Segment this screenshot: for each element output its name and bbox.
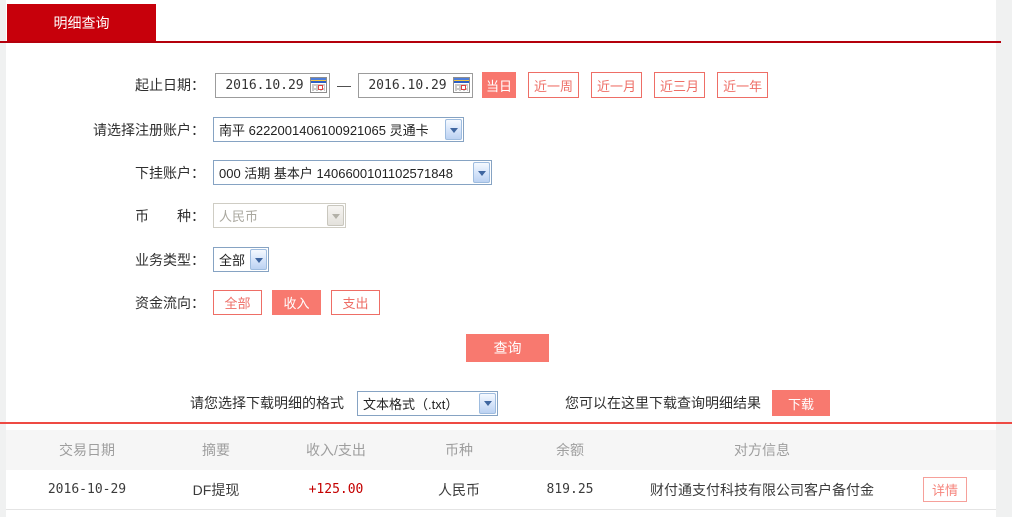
end-date-value: 2016.10.29 <box>368 77 447 93</box>
download-hint: 您可以在这里下载查询明细结果 <box>565 395 761 411</box>
detail-query-page: 明细查询 起止日期： 2016.10.29 — 2016.10.29 当日 近一… <box>0 0 1012 517</box>
fund-flow-option-label: 收入 <box>283 296 310 311</box>
business-type-select[interactable]: 全部 <box>213 247 269 272</box>
download-button-label: 下载 <box>787 396 814 412</box>
date-separator: — <box>337 77 351 93</box>
sub-account-label: 下挂账户： <box>135 164 205 181</box>
fund-flow-row: 资金流向： 全部 收入 支出 <box>0 290 380 315</box>
quick-range-label: 近一周 <box>534 78 574 94</box>
register-account-label: 请选择注册账户： <box>93 121 205 138</box>
business-type-row: 业务类型： 全部 <box>0 247 269 272</box>
header-counterparty: 对方信息 <box>734 442 790 458</box>
quick-range-week-button[interactable]: 近一周 <box>528 72 580 98</box>
quick-range-label: 近三月 <box>660 78 700 94</box>
sub-account-select[interactable]: 000 活期 基本户 1406600101102571848 <box>213 160 492 185</box>
quick-range-label: 近一月 <box>597 78 637 94</box>
chevron-down-icon <box>327 205 344 226</box>
header-balance: 余额 <box>556 442 584 458</box>
chevron-down-icon <box>473 162 490 183</box>
register-account-value: 南平 6222001406100921065 灵通卡 <box>219 123 429 138</box>
date-range-row: 起止日期： 2016.10.29 — 2016.10.29 当日 近一周 近一月… <box>0 72 769 98</box>
tab-label: 明细查询 <box>53 14 110 31</box>
fund-flow-income-button[interactable]: 收入 <box>272 290 321 315</box>
quick-range-label: 近一年 <box>723 78 763 94</box>
cell-balance: 819.25 <box>546 482 594 497</box>
chevron-down-icon <box>250 249 267 270</box>
table-header: 交易日期 摘要 收入/支出 币种 余额 对方信息 <box>6 430 996 470</box>
fund-flow-option-label: 支出 <box>342 296 369 311</box>
register-account-select[interactable]: 南平 6222001406100921065 灵通卡 <box>213 117 464 142</box>
chevron-down-icon <box>479 392 496 414</box>
download-button[interactable]: 下载 <box>772 390 830 416</box>
header-summary: 摘要 <box>202 442 230 458</box>
header-date: 交易日期 <box>59 442 115 458</box>
cell-currency: 人民币 <box>438 481 480 498</box>
register-account-row: 请选择注册账户： 南平 6222001406100921065 灵通卡 <box>0 117 464 142</box>
download-format-select[interactable]: 文本格式（.txt） <box>357 390 498 416</box>
detail-button-label: 详情 <box>931 483 958 498</box>
table-separator-line <box>0 422 1012 424</box>
chevron-down-icon <box>445 119 462 140</box>
business-type-label: 业务类型： <box>135 251 205 268</box>
end-date-input[interactable]: 2016.10.29 <box>358 72 473 98</box>
fund-flow-all-button[interactable]: 全部 <box>213 290 262 315</box>
detail-button[interactable]: 详情 <box>923 477 967 502</box>
download-row: 请您选择下载明细的格式 文本格式（.txt） 您可以在这里下载查询明细结果 下载 <box>190 390 830 416</box>
cell-counterparty: 财付通支付科技有限公司客户备付金 <box>650 481 874 498</box>
fund-flow-label: 资金流向： <box>135 294 205 311</box>
download-format-value: 文本格式（.txt） <box>363 396 459 412</box>
cell-date: 2016-10-29 <box>47 482 127 497</box>
sub-account-row: 下挂账户： 000 活期 基本户 1406600101102571848 <box>0 160 492 185</box>
currency-value: 人民币 <box>219 209 259 224</box>
currency-label: 币 种： <box>135 207 205 224</box>
cell-amount: +125.00 <box>308 482 364 497</box>
header-currency: 币种 <box>445 442 473 458</box>
tab-detail-query[interactable]: 明细查询 <box>7 4 156 41</box>
quick-range-3months-button[interactable]: 近三月 <box>654 72 706 98</box>
start-date-input[interactable]: 2016.10.29 <box>215 72 330 98</box>
cell-action: 详情 <box>894 477 996 502</box>
tab-underline <box>0 41 1001 43</box>
calendar-icon[interactable] <box>310 77 327 93</box>
fund-flow-expense-button[interactable]: 支出 <box>331 290 380 315</box>
query-button[interactable]: 查询 <box>466 334 549 362</box>
fund-flow-option-label: 全部 <box>224 296 251 311</box>
calendar-icon[interactable] <box>453 77 470 93</box>
currency-select: 人民币 <box>213 203 346 228</box>
quick-range-year-button[interactable]: 近一年 <box>717 72 769 98</box>
currency-row: 币 种： 人民币 <box>0 203 346 228</box>
quick-range-month-button[interactable]: 近一月 <box>591 72 643 98</box>
query-button-label: 查询 <box>493 340 522 356</box>
date-range-label: 起止日期： <box>135 77 205 93</box>
table-row: 2016-10-29 DF提现 +125.00 人民币 819.25 财付通支付… <box>6 470 996 510</box>
header-amount: 收入/支出 <box>306 442 366 458</box>
quick-range-label: 当日 <box>486 78 513 94</box>
start-date-value: 2016.10.29 <box>225 77 304 93</box>
sub-account-value: 000 活期 基本户 1406600101102571848 <box>219 166 453 181</box>
download-format-label: 请您选择下载明细的格式 <box>190 395 344 411</box>
cell-summary: DF提现 <box>192 481 240 498</box>
quick-range-today-button[interactable]: 当日 <box>482 72 517 98</box>
